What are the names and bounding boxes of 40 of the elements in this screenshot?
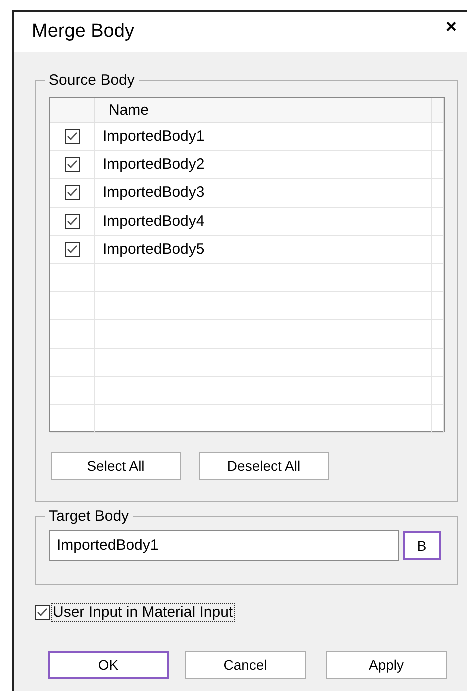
table-cell: ImportedBody1: [95, 123, 432, 152]
close-button[interactable]: ×: [446, 17, 457, 39]
checkbox-label[interactable]: User Input in Material Input: [51, 603, 236, 622]
input-field[interactable]: ImportedBody1: [49, 530, 399, 561]
table-cell: [432, 376, 444, 405]
table-cell: [50, 376, 95, 405]
table-cell: [50, 320, 95, 348]
table-cell: [432, 123, 444, 152]
table-cell: ImportedBody4: [95, 208, 432, 236]
ok-button[interactable]: OK: [48, 651, 169, 679]
table-cell: [432, 292, 444, 320]
checkbox[interactable]: [64, 185, 80, 200]
window-title: Merge Body: [32, 21, 134, 43]
select-all-button[interactable]: Select All: [51, 452, 181, 480]
table-cell: ImportedBody2: [95, 151, 432, 180]
deselect-all-button[interactable]: Deselect All: [199, 452, 329, 480]
table-cell: [50, 292, 95, 320]
group-title: Target Body: [48, 508, 130, 525]
table-cell: [432, 348, 444, 377]
checkbox[interactable]: [64, 157, 80, 172]
checkbox[interactable]: [64, 214, 80, 229]
checkbox[interactable]: [35, 605, 50, 620]
group-title: Source Body: [48, 72, 136, 89]
table-cell: ImportedBody5: [95, 236, 432, 264]
table-cell: [432, 179, 444, 208]
table-cell: [432, 151, 444, 180]
table-cell: ImportedBody3: [95, 179, 432, 208]
table-cell: [432, 264, 444, 292]
checkbox[interactable]: [64, 242, 80, 257]
table-cell: [432, 320, 444, 348]
table-cell: [50, 348, 95, 377]
table-cell: [50, 404, 95, 434]
browse-button[interactable]: B: [403, 531, 441, 560]
table-cell: [432, 404, 444, 434]
cancel-button[interactable]: Cancel: [185, 651, 306, 679]
table-cell: [432, 236, 444, 264]
apply-button[interactable]: Apply: [326, 651, 447, 679]
column-header[interactable]: Name: [95, 98, 432, 123]
table-cell: [432, 208, 444, 236]
checkbox[interactable]: [64, 129, 80, 144]
